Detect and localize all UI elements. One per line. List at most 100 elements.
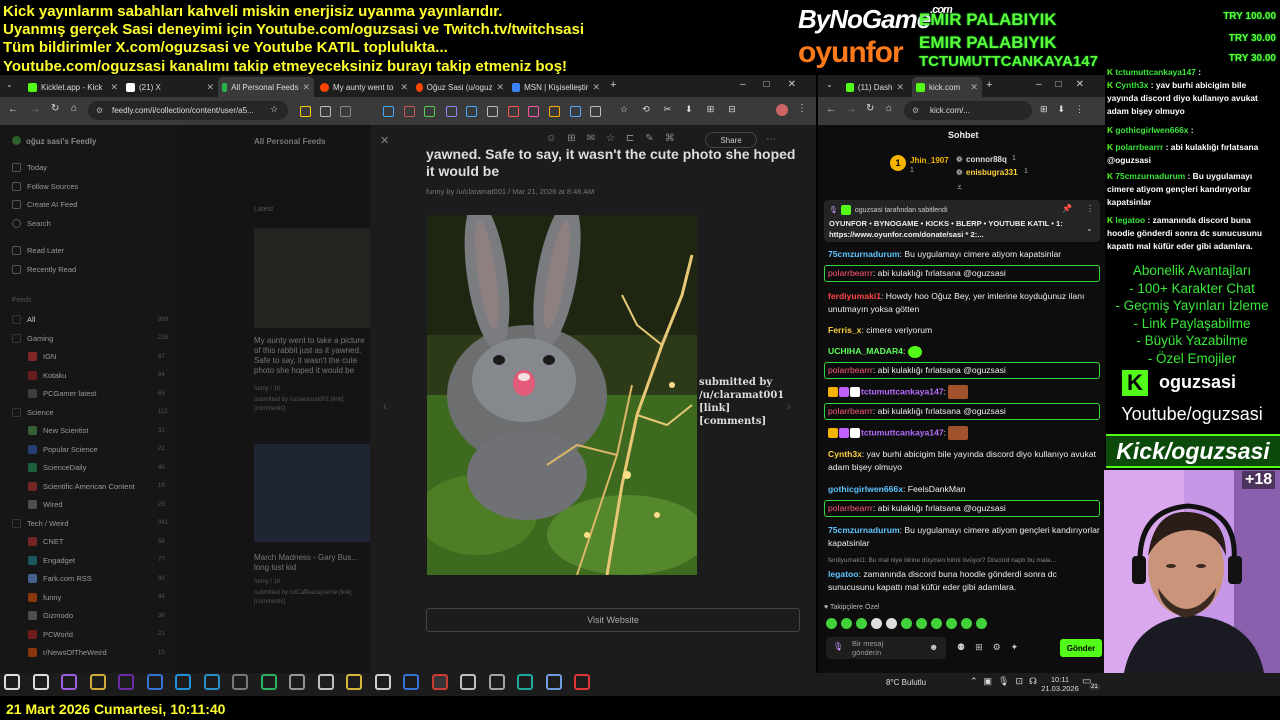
onenote-icon[interactable] <box>118 674 134 690</box>
leader-2-name[interactable]: connor88q <box>966 155 1007 164</box>
extension-icon[interactable] <box>466 106 477 117</box>
settings-icon[interactable] <box>289 674 305 690</box>
close-icon[interactable]: ✕ <box>202 82 218 93</box>
start-icon[interactable] <box>4 674 20 690</box>
url-text[interactable]: kick.com/... <box>930 106 970 115</box>
site-info-icon[interactable]: ⚙ <box>912 106 919 115</box>
emote-icon[interactable] <box>901 618 912 629</box>
chat-input-placeholder[interactable]: Bir mesaj gönderin <box>852 639 912 657</box>
vpn-icon[interactable] <box>403 674 419 690</box>
tab-x[interactable]: (21) X ✕ <box>122 79 218 95</box>
card1-title[interactable]: My aunty went to take a picture of this … <box>254 336 370 378</box>
feed-item[interactable]: Gaming 216 <box>12 333 168 343</box>
tab-msn[interactable]: MSN | Kişiselleştir ✕ <box>508 79 604 95</box>
feed-item[interactable]: Kotaku 64 <box>28 370 165 380</box>
nav-recently-read[interactable]: Recently Read <box>12 265 76 274</box>
extension-icon[interactable] <box>404 106 415 117</box>
emote-icon[interactable] <box>826 618 837 629</box>
home-icon[interactable]: ⌂ <box>886 103 892 114</box>
feed-item[interactable]: CNET 58 <box>28 537 165 546</box>
audio-icon[interactable] <box>488 674 505 690</box>
feed-item[interactable]: Tech / Weird 341 <box>12 518 168 528</box>
feed-item[interactable]: Scientific American Content 19 <box>28 481 165 491</box>
article-actions[interactable]: ☺⊞✉☆⊏✎⌘ <box>546 133 686 144</box>
app-icon[interactable] <box>545 674 562 690</box>
feed-item[interactable]: Wired 28 <box>28 500 165 509</box>
new-tab-icon[interactable]: + <box>610 79 616 91</box>
feed-item[interactable]: Engadget 77 <box>28 555 165 565</box>
clock-icon[interactable] <box>374 674 391 690</box>
extension-icon[interactable] <box>300 106 311 117</box>
leader-3-name[interactable]: enisbugra331 <box>966 168 1018 177</box>
window-controls[interactable]: –□✕ <box>740 79 814 90</box>
tab-reddit-aunty[interactable]: My aunty went to ✕ <box>316 79 412 95</box>
extension-icon[interactable] <box>508 106 519 117</box>
close-article-icon[interactable]: ✕ <box>380 134 389 147</box>
terminal-icon[interactable] <box>260 674 277 690</box>
emote-icon[interactable] <box>961 618 972 629</box>
capture-icon[interactable] <box>517 674 533 690</box>
extension-icon[interactable] <box>549 106 560 117</box>
chrome-icon[interactable] <box>431 674 448 690</box>
tab-kicklet[interactable]: Kicklet.app - Kick ✕ <box>24 79 122 95</box>
clock[interactable]: 10:11 21.03.2026 <box>1040 675 1080 693</box>
file-explorer-icon[interactable] <box>89 674 106 690</box>
menu-kebab-icon[interactable]: ⋮ <box>797 103 807 114</box>
extension-icon[interactable] <box>487 106 498 117</box>
close-icon[interactable]: ✕ <box>492 82 508 93</box>
bookmark-star-icon[interactable]: ☆ <box>270 104 278 115</box>
close-icon[interactable]: ✕ <box>298 82 314 93</box>
browser-actions[interactable]: ⊞⬇⋮ <box>1040 104 1094 115</box>
feed-item[interactable]: funny 44 <box>28 592 165 602</box>
leader-1-name[interactable]: Jhin_1907 <box>910 156 949 165</box>
feed-item[interactable]: New Scientist 31 <box>28 426 165 435</box>
chat-username[interactable]: ferdiyumaki1 <box>828 291 881 301</box>
emote-icon[interactable] <box>976 618 987 629</box>
window-controls[interactable]: –□✕ <box>1036 79 1098 90</box>
pin-icon[interactable]: 📌 <box>1062 204 1072 213</box>
nav-search[interactable]: Search <box>12 219 51 228</box>
nav-follow-sources[interactable]: Follow Sources <box>12 182 78 191</box>
new-tab-icon[interactable]: + <box>986 79 992 91</box>
store-icon[interactable] <box>146 674 163 690</box>
back-icon[interactable]: ← <box>826 104 836 115</box>
nav-today[interactable]: Today <box>12 163 47 172</box>
feed-item[interactable]: r/NewsOfTheWeird 15 <box>28 648 165 657</box>
weather[interactable]: 8°C Bulutlu <box>886 678 926 687</box>
nav-create-ai-feed[interactable]: Create AI Feed <box>12 200 77 209</box>
card2-thumbnail[interactable] <box>254 444 370 542</box>
chat-username[interactable]: polarrbearrr <box>828 503 873 513</box>
chevron-down-icon[interactable]: ⌄ <box>1086 224 1093 233</box>
extension-icon[interactable] <box>320 106 331 117</box>
next-article-icon[interactable]: › <box>787 401 791 413</box>
emote-icon[interactable] <box>841 618 852 629</box>
chat-username[interactable]: 75cmzurnadurum <box>828 525 900 535</box>
pinned-menu-icon[interactable]: ⋮ <box>1086 204 1094 213</box>
reload-icon[interactable]: ↻ <box>51 103 59 114</box>
feed-item[interactable]: IGN 87 <box>28 352 165 361</box>
forward-icon[interactable]: → <box>846 104 856 115</box>
send-button[interactable]: Gönder <box>1060 639 1102 657</box>
tab-dashboard[interactable]: (11) Dash ✕ <box>842 79 908 95</box>
forward-icon[interactable]: → <box>30 104 40 115</box>
expand-leaderboard-icon[interactable]: ⩡ <box>957 182 962 193</box>
close-icon[interactable]: ✕ <box>966 82 982 93</box>
feed-item[interactable]: Gizmodo 36 <box>28 611 165 620</box>
camera-icon[interactable] <box>232 674 248 690</box>
extension-icon[interactable] <box>383 106 394 117</box>
feed-item[interactable]: All 999 <box>12 315 168 324</box>
extension-icon[interactable] <box>446 106 457 117</box>
chat-username[interactable]: legatoo <box>828 569 859 579</box>
chat-username[interactable]: tctumuttcankaya147 <box>861 427 944 437</box>
obs-icon[interactable] <box>460 674 476 690</box>
chat-username[interactable]: polarrbearrr <box>828 365 873 375</box>
reload-icon[interactable]: ↻ <box>866 103 874 114</box>
prev-article-icon[interactable]: ‹ <box>383 401 387 413</box>
site-info-icon[interactable]: ⚙ <box>96 106 103 115</box>
article-submitted[interactable]: submitted by /u/claramat001 [link] [comm… <box>699 376 795 428</box>
media-icon[interactable] <box>317 674 334 690</box>
chat-tools[interactable]: ⚉⊞⚙✦ <box>957 642 1028 653</box>
game-icon[interactable] <box>574 674 590 690</box>
visit-website-button[interactable]: Visit Website <box>426 608 800 632</box>
chat-username[interactable]: polarrbearrr <box>828 406 873 416</box>
